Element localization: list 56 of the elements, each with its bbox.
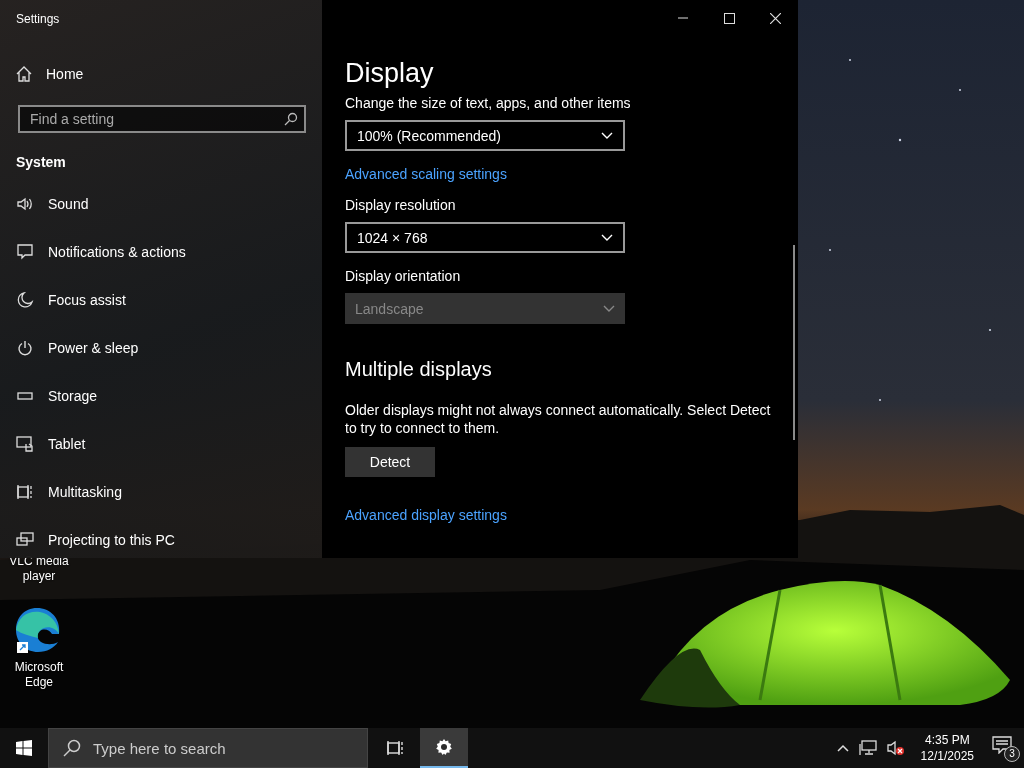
sidebar-item[interactable]: Focus assist	[16, 290, 126, 310]
speech-bubble-icon	[16, 244, 34, 260]
multitasking-icon	[16, 484, 34, 500]
setting-label: Display orientation	[345, 268, 461, 284]
task-view-icon	[387, 740, 405, 756]
sidebar-item[interactable]: Multitasking	[16, 482, 122, 502]
description-text: Older displays might not always connect automatically. Select Detect to try to connect to them.	[345, 401, 772, 437]
page-title: Display	[345, 58, 434, 89]
search-icon	[284, 112, 298, 126]
chevron-down-icon	[601, 131, 613, 140]
date-text: 12/1/2025	[920, 748, 974, 764]
muted-speaker-icon[interactable]	[886, 740, 905, 756]
projector-screen-icon	[16, 532, 34, 548]
taskbar-search-field[interactable]: Type here to search	[48, 728, 368, 768]
section-heading: System	[16, 154, 66, 170]
clock[interactable]: 4:35 PM 12/1/2025	[920, 732, 974, 764]
sidebar-item[interactable]: Notifications & actions	[16, 242, 186, 262]
close-icon	[769, 12, 781, 24]
search-icon	[63, 739, 81, 757]
settings-link[interactable]: Advanced display settings	[345, 507, 507, 523]
dropdown[interactable]: 100% (Recommended)	[345, 120, 625, 151]
chevron-down-icon	[603, 304, 615, 313]
power-icon	[16, 340, 34, 356]
minimize-icon	[678, 17, 688, 19]
sidebar-item[interactable]: Projecting to this PC	[16, 530, 175, 550]
desktop-shortcut[interactable]: VLC media player	[4, 554, 74, 584]
moon-icon	[16, 292, 34, 308]
window-title: Settings	[16, 12, 60, 26]
gear-icon	[435, 738, 453, 756]
home-link[interactable]: Home	[16, 64, 84, 84]
storage-icon	[16, 392, 34, 400]
desktop-shortcut[interactable]: Microsoft Edge	[4, 604, 74, 690]
section-heading: Multiple displays	[345, 358, 492, 381]
notification-count: 3	[1004, 746, 1020, 762]
chevron-up-icon[interactable]	[836, 744, 849, 752]
speaker-icon	[16, 196, 34, 212]
settings-link[interactable]: Advanced scaling settings	[345, 166, 507, 182]
sidebar-item[interactable]: Tablet	[16, 434, 86, 454]
network-icon[interactable]	[858, 740, 877, 756]
detect-button[interactable]: Detect	[345, 447, 435, 477]
taskbar-app[interactable]	[420, 728, 468, 768]
scrollbar[interactable]	[793, 245, 795, 440]
home-icon	[16, 66, 32, 82]
sidebar-item[interactable]: Storage	[16, 386, 98, 406]
maximize-icon	[723, 12, 735, 24]
setting-label: Display resolution	[345, 197, 456, 213]
notification-button[interactable]: 3	[992, 736, 1018, 760]
search-field[interactable]: Find a setting	[18, 105, 306, 133]
time-text: 4:35 PM	[924, 732, 970, 748]
windows-logo-icon	[16, 740, 32, 756]
setting-label: Change the size of text, apps, and other items	[345, 95, 631, 111]
tablet-icon	[16, 436, 34, 452]
sidebar-item[interactable]: Sound	[16, 194, 89, 214]
chevron-down-icon	[601, 233, 613, 242]
dropdown[interactable]: 1024 × 768	[345, 222, 625, 253]
sidebar-item[interactable]: Power & sleep	[16, 338, 139, 358]
